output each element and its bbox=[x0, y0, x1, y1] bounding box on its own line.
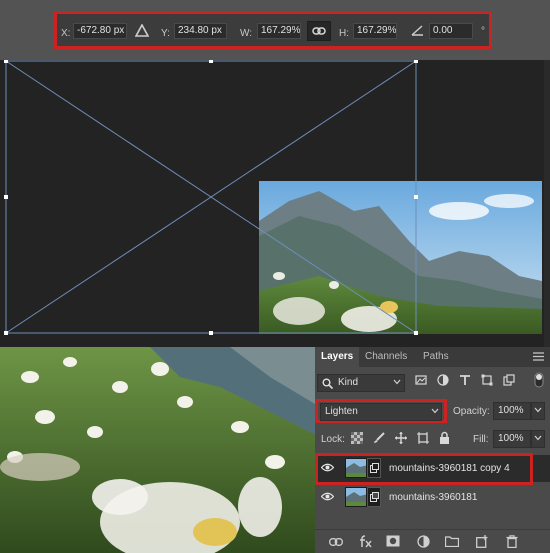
filter-toggle-icon[interactable] bbox=[534, 372, 544, 388]
reference-point-icon[interactable] bbox=[135, 24, 149, 37]
adjustment-filter-icon[interactable] bbox=[437, 374, 449, 386]
shape-filter-icon[interactable] bbox=[481, 374, 493, 386]
smart-object-badge-icon bbox=[367, 487, 381, 507]
lock-all-icon[interactable] bbox=[439, 431, 450, 444]
x-label: X: bbox=[61, 28, 71, 39]
h-label: H: bbox=[339, 28, 349, 39]
layer-name[interactable]: mountains-3960181 bbox=[389, 492, 477, 503]
lock-position-icon[interactable] bbox=[395, 432, 407, 444]
transform-handle[interactable] bbox=[209, 331, 213, 335]
opacity-dropdown[interactable] bbox=[531, 402, 545, 420]
blend-mode-select[interactable]: Lighten bbox=[320, 403, 442, 421]
transform-handle[interactable] bbox=[4, 195, 8, 199]
search-icon bbox=[322, 378, 333, 389]
layers-panel-footer bbox=[315, 529, 550, 553]
smart-object-filter-icon[interactable] bbox=[503, 374, 515, 386]
lock-image-pixels-icon[interactable] bbox=[373, 432, 385, 444]
transform-handle[interactable] bbox=[209, 60, 213, 63]
degree-symbol: ° bbox=[481, 26, 485, 37]
fill-label: Fill: bbox=[473, 434, 489, 445]
lock-transparent-pixels-icon[interactable] bbox=[351, 432, 363, 444]
tab-layers[interactable]: Layers bbox=[315, 347, 360, 367]
trash-icon[interactable] bbox=[506, 535, 518, 548]
y-label: Y: bbox=[161, 28, 170, 39]
chevron-down-icon bbox=[431, 408, 439, 414]
height-field[interactable]: 167.29% bbox=[353, 23, 397, 39]
type-filter-icon[interactable] bbox=[459, 374, 471, 386]
layer-thumbnail bbox=[345, 487, 367, 507]
transform-handle[interactable] bbox=[4, 331, 8, 335]
y-position-field[interactable]: 234.80 px bbox=[174, 23, 227, 39]
transform-handle[interactable] bbox=[4, 60, 8, 63]
mask-icon[interactable] bbox=[386, 535, 400, 547]
x-position-field[interactable]: -672.80 px bbox=[73, 23, 127, 39]
canvas-area[interactable] bbox=[0, 60, 550, 347]
transform-handle[interactable] bbox=[414, 60, 418, 63]
filter-kind-label: Kind bbox=[338, 377, 359, 388]
transform-handle[interactable] bbox=[414, 331, 418, 335]
link-button[interactable] bbox=[307, 21, 331, 41]
fill-dropdown[interactable] bbox=[531, 430, 545, 448]
panel-menu-icon[interactable] bbox=[533, 352, 544, 361]
lock-label: Lock: bbox=[321, 434, 345, 445]
image-filter-icon[interactable] bbox=[415, 374, 427, 386]
link-icon bbox=[312, 27, 326, 35]
new-layer-icon[interactable] bbox=[476, 535, 488, 548]
layers-panel: Layers Channels Paths Kind Lighten Opaci… bbox=[315, 347, 550, 553]
fx-icon[interactable] bbox=[359, 535, 373, 548]
layer-row-original[interactable]: mountains-3960181 bbox=[315, 484, 550, 511]
canvas-scroll-edge bbox=[544, 60, 550, 347]
tab-channels[interactable]: Channels bbox=[359, 347, 413, 367]
opacity-label: Opacity: bbox=[453, 406, 490, 417]
blend-mode-value: Lighten bbox=[325, 406, 358, 417]
chevron-down-icon bbox=[393, 379, 401, 385]
fill-field[interactable]: 100% bbox=[493, 430, 531, 448]
width-field[interactable]: 167.29% bbox=[257, 23, 301, 39]
tab-paths[interactable]: Paths bbox=[417, 347, 455, 367]
panel-tab-bar: Layers Channels Paths bbox=[315, 347, 550, 367]
link-layers-icon[interactable] bbox=[329, 538, 343, 546]
selected-layer-highlight bbox=[315, 453, 533, 485]
angle-icon bbox=[411, 25, 423, 36]
filter-kind-select[interactable]: Kind bbox=[317, 374, 405, 392]
rotation-field[interactable]: 0.00 bbox=[429, 23, 473, 39]
transform-options-strip: X: -672.80 px Y: 234.80 px W: 167.29% H:… bbox=[54, 11, 492, 49]
w-label: W: bbox=[240, 28, 253, 39]
chevron-down-icon bbox=[534, 435, 542, 441]
opacity-field[interactable]: 100% bbox=[493, 402, 531, 420]
eye-icon[interactable] bbox=[321, 492, 334, 501]
chevron-down-icon bbox=[534, 407, 542, 413]
folder-icon[interactable] bbox=[445, 535, 459, 547]
blend-mode-highlight: Lighten bbox=[315, 399, 447, 423]
adjustment-icon[interactable] bbox=[417, 535, 430, 548]
transform-bounding-box[interactable] bbox=[0, 60, 550, 347]
transform-handle[interactable] bbox=[414, 195, 418, 199]
options-bar: X: -672.80 px Y: 234.80 px W: 167.29% H:… bbox=[0, 0, 550, 60]
lock-artboard-icon[interactable] bbox=[417, 432, 429, 444]
